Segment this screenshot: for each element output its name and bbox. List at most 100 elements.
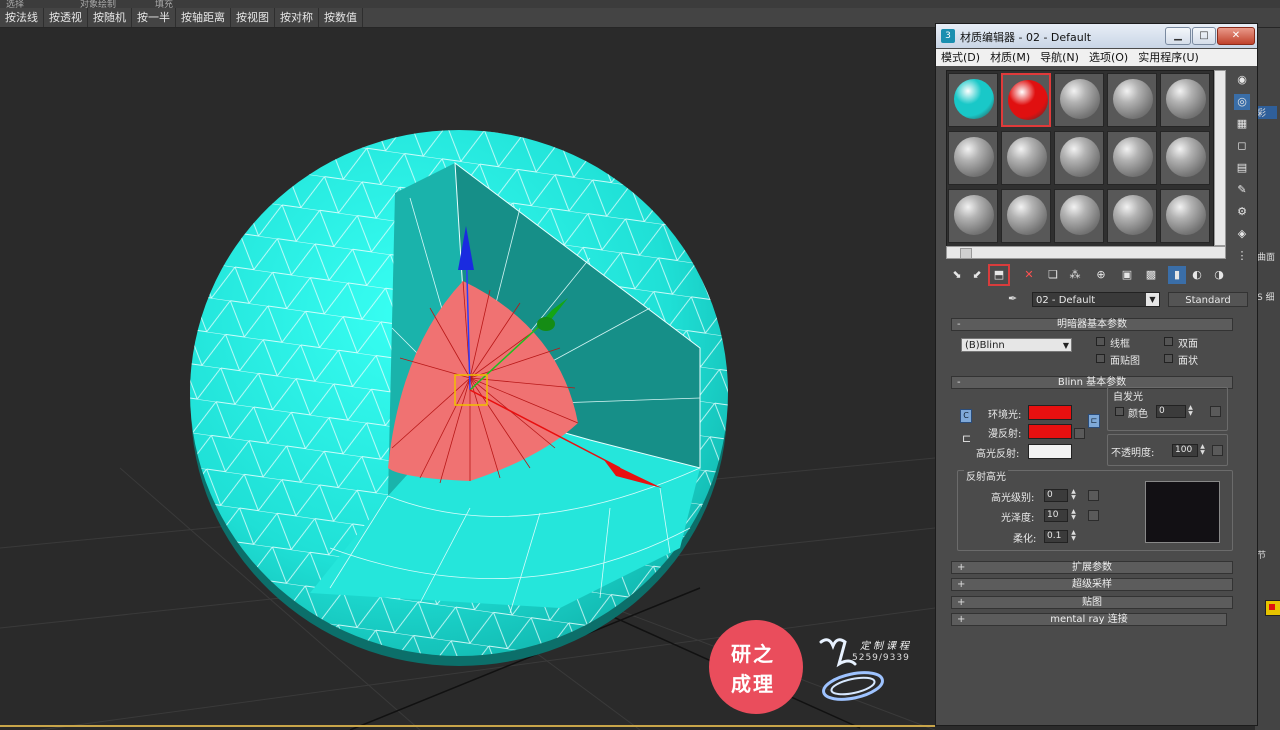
material-sphere-preview xyxy=(1060,195,1100,235)
make-preview-icon[interactable]: ✎ xyxy=(1234,182,1250,198)
sample-slot[interactable] xyxy=(948,189,998,243)
sample-slot[interactable] xyxy=(1001,189,1051,243)
specular-color-swatch[interactable] xyxy=(1028,444,1072,459)
menu-options[interactable]: 选项(O) xyxy=(1084,49,1133,66)
slots-horizontal-scrollbar[interactable] xyxy=(946,246,1226,259)
sample-slot[interactable] xyxy=(1001,73,1051,127)
soften-field[interactable]: 0.1 xyxy=(1044,530,1068,543)
menu-mode[interactable]: 模式(D) xyxy=(936,49,985,66)
material-editor-titlebar[interactable]: 3 材质编辑器 - 02 - Default ▁ □ ✕ xyxy=(936,24,1257,48)
show-map-in-viewport-icon[interactable]: ▩ xyxy=(1142,266,1160,284)
snap-half-button[interactable]: 按一半 xyxy=(132,8,176,27)
put-to-scene-icon[interactable]: ⬋ xyxy=(968,266,986,284)
sample-slot[interactable] xyxy=(1054,73,1104,127)
material-id-channel-icon[interactable]: ▣ xyxy=(1118,266,1136,284)
material-type-button[interactable]: Standard xyxy=(1168,292,1248,307)
two-sided-checkbox[interactable] xyxy=(1164,337,1173,346)
supersampling-rollout[interactable]: + 超级采样 xyxy=(951,578,1233,591)
sample-slot[interactable] xyxy=(1107,131,1157,185)
uv-tiling-icon[interactable]: ◻ xyxy=(1234,138,1250,154)
video-color-check-icon[interactable]: ▤ xyxy=(1234,160,1250,176)
specular-level-label: 高光级别: xyxy=(991,493,1035,504)
snap-value-button[interactable]: 按数值 xyxy=(319,8,363,27)
opacity-map-button[interactable] xyxy=(1212,445,1223,456)
material-sphere-preview xyxy=(1060,79,1100,119)
ambient-color-swatch[interactable] xyxy=(1028,405,1072,420)
diffuse-color-swatch[interactable] xyxy=(1028,424,1072,439)
options-icon[interactable]: ⚙ xyxy=(1234,204,1250,220)
extended-params-rollout[interactable]: + 扩展参数 xyxy=(951,561,1233,574)
get-material-icon[interactable]: ⬊ xyxy=(948,266,966,284)
scroll-thumb[interactable] xyxy=(960,248,972,259)
backlight-icon[interactable]: ◎ xyxy=(1234,94,1250,110)
specular-level-field[interactable]: 0 xyxy=(1044,489,1068,502)
menu-material[interactable]: 材质(M) xyxy=(985,49,1035,66)
snap-axis-distance-button[interactable]: 按轴距离 xyxy=(176,8,231,27)
shader-basic-rollout-header[interactable]: - 明暗器基本参数 xyxy=(951,318,1233,331)
diffuse-map-button[interactable] xyxy=(1074,428,1085,439)
material-name-field[interactable]: 02 - Default xyxy=(1032,292,1160,307)
self-illum-color-checkbox[interactable] xyxy=(1115,407,1124,416)
minimize-button[interactable]: ▁ xyxy=(1165,27,1191,45)
material-sphere-preview xyxy=(954,79,994,119)
cmd-panel-item[interactable]: 彩 xyxy=(1257,106,1277,119)
snap-perspective-button[interactable]: 按透视 xyxy=(44,8,88,27)
close-button[interactable]: ✕ xyxy=(1217,27,1255,45)
snap-random-button[interactable]: 按随机 xyxy=(88,8,132,27)
go-to-parent-icon[interactable]: ◐ xyxy=(1188,266,1206,284)
self-illumination-title: 自发光 xyxy=(1113,392,1143,403)
mental-ray-rollout[interactable]: + mental ray 连接 xyxy=(951,613,1227,626)
sample-slot[interactable] xyxy=(948,73,998,127)
copy-material-icon[interactable]: ❏ xyxy=(1044,266,1062,284)
make-unique-icon[interactable]: ⁂ xyxy=(1066,266,1084,284)
background-checker-icon[interactable]: ▦ xyxy=(1234,116,1250,132)
opacity-value-field[interactable]: 100 xyxy=(1172,444,1198,457)
sample-slot[interactable] xyxy=(1054,189,1104,243)
assign-material-to-selection-icon[interactable]: ⬒ xyxy=(988,264,1010,286)
sample-slot[interactable] xyxy=(1107,73,1157,127)
eyedropper-icon[interactable]: ✒ xyxy=(1008,292,1024,307)
sample-slot[interactable] xyxy=(1107,189,1157,243)
self-illum-map-button[interactable] xyxy=(1210,406,1221,417)
faceted-checkbox[interactable] xyxy=(1164,354,1173,363)
reset-map-icon[interactable]: ✕ xyxy=(1020,266,1038,284)
soften-spinner[interactable]: ▲ ▼ xyxy=(1070,530,1077,543)
specular-level-map-button[interactable] xyxy=(1088,490,1099,501)
face-map-checkbox[interactable] xyxy=(1096,354,1105,363)
snap-view-button[interactable]: 按视图 xyxy=(231,8,275,27)
snap-symmetry-button[interactable]: 按对称 xyxy=(275,8,319,27)
material-sphere-preview xyxy=(1166,195,1206,235)
wire-checkbox[interactable] xyxy=(1096,337,1105,346)
specular-level-spinner[interactable]: ▲ ▼ xyxy=(1070,489,1077,502)
chevron-down-icon[interactable]: ▼ xyxy=(1146,293,1159,306)
self-illum-spinner[interactable]: ▲ ▼ xyxy=(1187,405,1194,418)
shader-type-dropdown[interactable]: (B)Blinn ▼ xyxy=(961,338,1072,352)
sample-slot[interactable] xyxy=(1054,131,1104,185)
maximize-button[interactable]: □ xyxy=(1192,27,1216,45)
slots-vertical-scrollbar[interactable] xyxy=(1214,70,1226,246)
glossiness-spinner[interactable]: ▲ ▼ xyxy=(1070,509,1077,522)
select-by-material-icon[interactable]: ◈ xyxy=(1234,226,1250,242)
sample-slot[interactable] xyxy=(1160,189,1210,243)
sample-slot[interactable] xyxy=(1160,73,1210,127)
self-illum-value-field[interactable]: 0 xyxy=(1156,405,1186,418)
go-forward-to-sibling-icon[interactable]: ◑ xyxy=(1210,266,1228,284)
sample-slot[interactable] xyxy=(1001,131,1051,185)
glossiness-map-button[interactable] xyxy=(1088,510,1099,521)
sample-slot[interactable] xyxy=(948,131,998,185)
menu-utilities[interactable]: 实用程序(U) xyxy=(1133,49,1204,66)
maps-rollout[interactable]: + 贴图 xyxy=(951,596,1233,609)
menu-navigation[interactable]: 导航(N) xyxy=(1035,49,1084,66)
snap-normal-button[interactable]: 按法线 xyxy=(0,8,44,27)
glossiness-field[interactable]: 10 xyxy=(1044,509,1068,522)
perspective-viewport[interactable] xyxy=(0,28,935,730)
sample-slot[interactable] xyxy=(1160,131,1210,185)
opacity-spinner[interactable]: ▲ ▼ xyxy=(1199,444,1206,457)
material-navigator-icon[interactable]: ⋮ xyxy=(1234,248,1250,264)
cmd-panel-color-swatch[interactable] xyxy=(1265,600,1280,616)
sample-type-icon[interactable]: ◉ xyxy=(1234,72,1250,88)
put-to-library-icon[interactable]: ⊕ xyxy=(1092,266,1110,284)
lock-diffuse-specular-icon[interactable]: ⊏ xyxy=(1088,414,1100,428)
show-end-result-icon[interactable]: ▮ xyxy=(1168,266,1186,284)
lock-ambient-diffuse-icon[interactable]: C xyxy=(960,409,972,423)
